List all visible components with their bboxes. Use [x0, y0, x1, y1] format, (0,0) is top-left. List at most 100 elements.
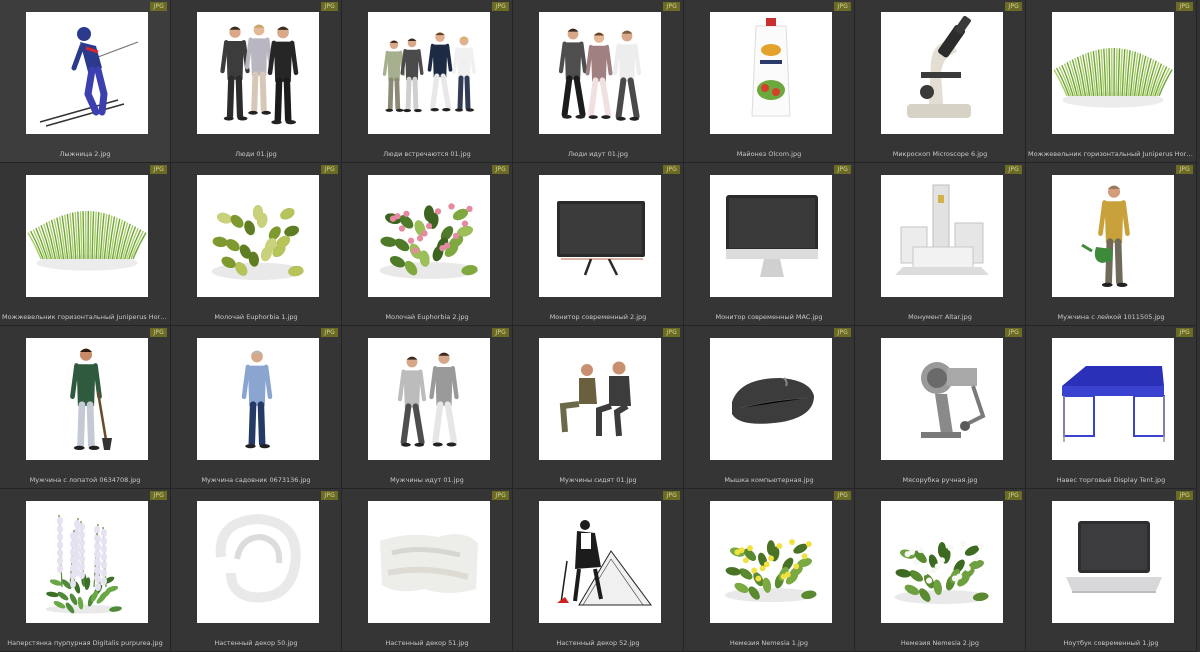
- people-meeting-icon: [368, 12, 490, 134]
- monument-icon: [881, 175, 1003, 297]
- man-gardener-icon: [197, 338, 319, 460]
- file-name-label: Люди встречаются 01.jpg: [383, 150, 471, 158]
- file-type-badge: JPG: [492, 491, 509, 500]
- thumbnail-item[interactable]: JPG Мужчина садовник 0673136.jpg: [171, 326, 342, 489]
- file-type-badge: JPG: [150, 491, 167, 500]
- thumbnail-item[interactable]: JPG Можжевельник горизонтальный Juniperus…: [1026, 0, 1197, 163]
- monitor-icon: [539, 175, 661, 297]
- file-name-label: Майонез Olcom.jpg: [736, 150, 802, 158]
- file-name-label: Настенный декор 52.jpg: [556, 639, 640, 647]
- file-name-label: Монитор современный MAC.jpg: [715, 313, 823, 321]
- men-walking-icon: [368, 338, 490, 460]
- men-sitting-icon: [539, 338, 661, 460]
- display-tent-icon: [1052, 338, 1174, 460]
- thumbnail-item[interactable]: JPG Можжевельник горизонтальный Juniperus…: [0, 163, 171, 326]
- wall-decor-swirl-icon: [197, 501, 319, 623]
- euphorbia-plant-icon: [368, 175, 490, 297]
- file-name-label: Мужчины сидят 01.jpg: [559, 476, 637, 484]
- thumbnail-item[interactable]: JPG Немезия Nemesia 1.jpg: [684, 489, 855, 652]
- thumbnail-item[interactable]: JPG Мужчина с лейкой 1011505.jpg: [1026, 163, 1197, 326]
- file-type-badge: JPG: [150, 2, 167, 11]
- file-name-label: Молочай Euphorbia 1.jpg: [214, 313, 298, 321]
- nemesia-yellow-icon: [710, 501, 832, 623]
- laptop-icon: [1052, 501, 1174, 623]
- people-group-icon: [197, 12, 319, 134]
- thumbnail-item[interactable]: JPG Люди 01.jpg: [171, 0, 342, 163]
- thumbnail-item[interactable]: JPG Мышка компьютерная.jpg: [684, 326, 855, 489]
- thumbnail-item[interactable]: JPG Молочай Euphorbia 2.jpg: [342, 163, 513, 326]
- file-name-label: Настенный декор 51.jpg: [385, 639, 469, 647]
- thumbnail-item[interactable]: JPG Монитор современный 2.jpg: [513, 163, 684, 326]
- thumbnail-item[interactable]: JPG Немезия Nemesia 2.jpg: [855, 489, 1026, 652]
- file-name-label: Люди идут 01.jpg: [568, 150, 628, 158]
- file-type-badge: JPG: [834, 165, 851, 174]
- file-type-badge: JPG: [1005, 165, 1022, 174]
- file-name-label: Можжевельник горизонтальный Juniperus Ho…: [2, 313, 168, 321]
- file-type-badge: JPG: [663, 491, 680, 500]
- thumbnail-item[interactable]: JPG Монитор современный MAC.jpg: [684, 163, 855, 326]
- file-type-badge: JPG: [1176, 165, 1193, 174]
- thumbnail-item[interactable]: JPG Люди встречаются 01.jpg: [342, 0, 513, 163]
- microscope-icon: [881, 12, 1003, 134]
- thumbnail-item[interactable]: JPG Настенный декор 51.jpg: [342, 489, 513, 652]
- file-type-badge: JPG: [663, 2, 680, 11]
- computer-mouse-icon: [710, 338, 832, 460]
- thumbnail-item[interactable]: JPG Люди идут 01.jpg: [513, 0, 684, 163]
- thumbnail-item[interactable]: JPG Майонез Olcom.jpg: [684, 0, 855, 163]
- thumbnail-grid: JPG Лыжница 2.jpg JPG Люди 01.jpg JPG Лю…: [0, 0, 1200, 652]
- file-type-badge: JPG: [834, 328, 851, 337]
- file-name-label: Мужчина садовник 0673136.jpg: [201, 476, 311, 484]
- file-name-label: Мужчины идут 01.jpg: [390, 476, 464, 484]
- file-type-badge: JPG: [492, 2, 509, 11]
- skier-icon: [26, 12, 148, 134]
- thumbnail-item[interactable]: JPG Наперстянка пурпурная Digitalis purpu…: [0, 489, 171, 652]
- thumbnail-item[interactable]: JPG Мужчина с лопатой 0634708.jpg: [0, 326, 171, 489]
- file-name-label: Немезия Nemesia 2.jpg: [900, 639, 980, 647]
- thumbnail-item[interactable]: JPG Настенный декор 52.jpg: [513, 489, 684, 652]
- thumbnail-item[interactable]: JPG Настенный декор 50.jpg: [171, 489, 342, 652]
- file-type-badge: JPG: [492, 328, 509, 337]
- file-type-badge: JPG: [492, 165, 509, 174]
- file-type-badge: JPG: [834, 2, 851, 11]
- file-name-label: Навес торговый Display Tent.jpg: [1056, 476, 1166, 484]
- file-type-badge: JPG: [1176, 491, 1193, 500]
- file-type-badge: JPG: [1176, 2, 1193, 11]
- file-name-label: Монумент Altar.jpg: [908, 313, 972, 321]
- thumbnail-item[interactable]: JPG Мужчины идут 01.jpg: [342, 326, 513, 489]
- file-name-label: Мясорубка ручная.jpg: [902, 476, 978, 484]
- file-name-label: Люди 01.jpg: [235, 150, 277, 158]
- thumbnail-item[interactable]: JPG Навес торговый Display Tent.jpg: [1026, 326, 1197, 489]
- juniper-shrub-icon: [1052, 12, 1174, 134]
- imac-monitor-icon: [710, 175, 832, 297]
- thumbnail-item[interactable]: JPG Монумент Altar.jpg: [855, 163, 1026, 326]
- thumbnail-item[interactable]: JPG Ноутбук современный 1.jpg: [1026, 489, 1197, 652]
- file-name-label: Наперстянка пурпурная Digitalis purpurea…: [7, 639, 163, 647]
- thumbnail-item[interactable]: JPG Лыжница 2.jpg: [0, 0, 171, 163]
- file-name-label: Мышка компьютерная.jpg: [724, 476, 814, 484]
- file-type-badge: JPG: [1005, 328, 1022, 337]
- file-type-badge: JPG: [1005, 2, 1022, 11]
- file-type-badge: JPG: [321, 2, 338, 11]
- man-shovel-icon: [26, 338, 148, 460]
- file-name-label: Настенный декор 50.jpg: [214, 639, 298, 647]
- file-name-label: Мужчина с лейкой 1011505.jpg: [1057, 313, 1165, 321]
- file-name-label: Молочай Euphorbia 2.jpg: [385, 313, 469, 321]
- file-type-badge: JPG: [1005, 491, 1022, 500]
- man-watering-can-icon: [1052, 175, 1174, 297]
- file-type-badge: JPG: [321, 491, 338, 500]
- file-type-badge: JPG: [321, 328, 338, 337]
- foxglove-plant-icon: [26, 501, 148, 623]
- file-name-label: Немезия Nemesia 1.jpg: [729, 639, 809, 647]
- euphorbia-plant-icon: [197, 175, 319, 297]
- file-type-badge: JPG: [150, 165, 167, 174]
- thumbnail-item[interactable]: JPG Микроскоп Microscope 6.jpg: [855, 0, 1026, 163]
- thumbnail-item[interactable]: JPG Мясорубка ручная.jpg: [855, 326, 1026, 489]
- mayonnaise-pack-icon: [710, 12, 832, 134]
- file-type-badge: JPG: [1176, 328, 1193, 337]
- file-name-label: Можжевельник горизонтальный Juniperus Ho…: [1028, 150, 1194, 158]
- wall-decor-banksy-icon: [539, 501, 661, 623]
- thumbnail-item[interactable]: JPG Мужчины сидят 01.jpg: [513, 326, 684, 489]
- file-name-label: Ноутбук современный 1.jpg: [1063, 639, 1159, 647]
- file-name-label: Лыжница 2.jpg: [59, 150, 111, 158]
- thumbnail-item[interactable]: JPG Молочай Euphorbia 1.jpg: [171, 163, 342, 326]
